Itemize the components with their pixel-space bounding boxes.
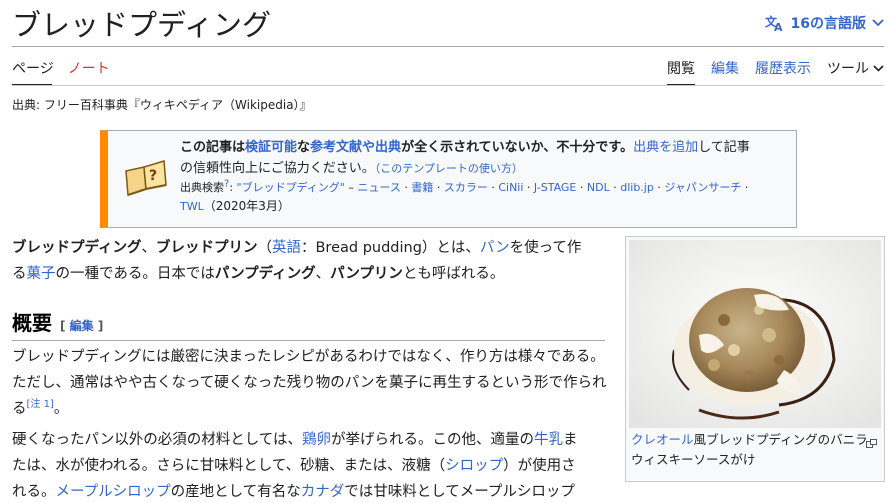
link-canada[interactable]: カナダ xyxy=(301,484,345,500)
overview-text-2e: ）が使用さ xyxy=(503,458,576,474)
search-link-scholar[interactable]: スカラー xyxy=(444,181,488,194)
namespace-tabs: ページ ノート xyxy=(12,58,110,78)
tabs-divider xyxy=(12,85,884,86)
tab-page[interactable]: ページ xyxy=(12,58,54,78)
search-link-ndl[interactable]: NDL xyxy=(587,181,610,194)
link-template-usage[interactable]: （このテンプレートの使い方） xyxy=(375,162,523,175)
overview-text-2g: の産地として有名な xyxy=(170,484,301,500)
notice-date: （2020年3月） xyxy=(203,199,290,213)
footnote-link[interactable]: [注 1] xyxy=(27,399,54,410)
tab-talk[interactable]: ノート xyxy=(68,58,110,78)
intro-paren: （ xyxy=(257,240,272,256)
chevron-down-icon xyxy=(872,19,884,27)
tools-menu[interactable]: ツール xyxy=(827,58,884,78)
tab-read[interactable]: 閲覧 xyxy=(667,58,695,86)
search-link-twl[interactable]: TWL xyxy=(180,200,204,213)
search-link-cinii[interactable]: CiNii xyxy=(498,181,523,194)
link-references[interactable]: 参考文献や出典 xyxy=(310,140,401,155)
overview-paragraph-2: 硬くなったパン以外の必須の材料としては、鶏卵が挙げられる。この他、適量の牛乳ま … xyxy=(12,427,607,503)
language-count: 16の言語版 xyxy=(790,16,866,32)
search-link-news[interactable]: ニュース xyxy=(357,181,400,194)
view-tabs: 閲覧 編集 履歴表示 ツール xyxy=(667,58,884,86)
search-label: 出典検索 xyxy=(180,181,224,194)
search-link-dlib[interactable]: dlib.jp xyxy=(620,181,654,194)
edit-bracket-open: [ xyxy=(60,319,70,333)
overview-paragraph-1: ブレッドプディングには厳密に決まったレシピがあるわけではなく、作り方は様々である… xyxy=(12,344,607,422)
bread-pudding-photo[interactable] xyxy=(629,240,881,428)
svg-text:?: ? xyxy=(149,168,157,184)
notice-lead-a: この記事は xyxy=(180,140,246,155)
term-pan-pudding: パンプディング xyxy=(214,266,316,282)
intro-sep: 、 xyxy=(141,240,156,256)
overview-text-2c: ま xyxy=(563,432,578,448)
edit-bracket-close: ] xyxy=(93,319,104,333)
overview-text-2f: れる。 xyxy=(12,484,56,500)
section-title: 概要 xyxy=(12,311,52,335)
intro-english-term: ：Bread pudding）とは、 xyxy=(300,240,480,256)
intro-line2-lead: る xyxy=(12,266,27,282)
thumbnail-figure: クレオール風ブレッドプディングのバニラウィスキーソースがけ xyxy=(625,236,885,482)
book-question-icon: ? xyxy=(122,159,170,203)
notice-line2: の信頼性向上にご協力ください。 xyxy=(180,161,375,176)
overview-text-2h: では甘味料としてメープルシロップ xyxy=(344,484,575,500)
intro-rest-1: を使って作 xyxy=(509,240,582,256)
svg-text:A: A xyxy=(774,21,783,32)
language-button[interactable]: 文A 16の言語版 xyxy=(765,13,884,33)
tab-history[interactable]: 履歴表示 xyxy=(755,58,811,78)
section-edit-link[interactable]: 編集 xyxy=(70,319,94,333)
section-edit: [ 編集 ] xyxy=(60,319,103,333)
source-line: 出典: フリー百科事典『ウィキペディア（Wikipedia）』 xyxy=(12,98,312,112)
link-egg[interactable]: 鶏卵 xyxy=(302,432,331,448)
search-query-link[interactable]: "ブレッドプディング" xyxy=(237,181,345,194)
term-bread-purin: ブレッドプリン xyxy=(155,240,258,256)
term-bread-pudding: ブレッドプディング xyxy=(12,240,142,256)
term-pan-purin: パンプリン xyxy=(330,266,403,282)
search-dash: – xyxy=(344,181,358,194)
link-milk[interactable]: 牛乳 xyxy=(534,432,563,448)
link-maple-syrup[interactable]: メープルシロップ xyxy=(56,484,171,500)
thumbnail-caption: クレオール風ブレッドプディングのバニラウィスキーソースがけ xyxy=(629,428,881,470)
page-title: ブレッドプディング xyxy=(12,8,271,42)
enlarge-icon[interactable] xyxy=(866,434,877,454)
link-add-source[interactable]: 出典を追加 xyxy=(633,140,698,155)
intro-sep-2: 、 xyxy=(315,266,331,282)
translate-icon: 文A xyxy=(765,14,785,32)
search-link-books[interactable]: 書籍 xyxy=(411,181,433,194)
link-bread[interactable]: パン xyxy=(480,240,510,256)
tab-edit[interactable]: 編集 xyxy=(711,58,739,78)
intro-paragraph: ブレッドプディング、ブレッドプリン（英語：Bread pudding）とは、パン… xyxy=(12,235,607,287)
search-link-japansearch[interactable]: ジャパンサーチ xyxy=(664,181,741,194)
notice-box: ? この記事は検証可能な参考文献や出典が全く示されていないか、不十分です。出典を… xyxy=(100,130,797,228)
link-creole[interactable]: クレオール xyxy=(631,432,694,447)
notice-lead-c: が全く示されていないか、不十分です。 xyxy=(401,140,634,155)
link-verifiable[interactable]: 検証可能 xyxy=(245,140,297,155)
link-confectionery[interactable]: 菓子 xyxy=(27,266,56,282)
title-divider xyxy=(12,46,884,47)
section-heading: 概要 [ 編集 ] xyxy=(12,307,605,341)
notice-text: この記事は検証可能な参考文献や出典が全く示されていないか、不十分です。出典を追加… xyxy=(180,137,788,216)
overview-text-1: ブレッドプディングには厳密に決まったレシピがあるわけではなく、作り方は様々である… xyxy=(12,349,607,417)
overview-end: 。 xyxy=(53,401,69,417)
tools-label: ツール xyxy=(827,61,869,77)
notice-lead-d: して記事 xyxy=(698,140,750,155)
source-search-row: 出典検索?: "ブレッドプディング" – ニュース · 書籍 · スカラー · … xyxy=(180,178,749,194)
search-link-jstage[interactable]: J-STAGE xyxy=(534,181,576,194)
overview-text-2b: が挙げられる。この他、適量の xyxy=(331,432,534,448)
intro-rest-3: とも呼ばれる。 xyxy=(402,266,505,282)
search-help-link[interactable]: ? xyxy=(224,178,229,189)
overview-text-2d: たは、水が使われる。さらに甘味料として、砂糖、または、液糖（ xyxy=(12,458,446,474)
source-search-row-2: TWL（2020年3月） xyxy=(180,197,788,216)
link-syrup[interactable]: シロップ xyxy=(445,458,503,474)
notice-lead-b: な xyxy=(297,140,311,155)
link-english[interactable]: 英語 xyxy=(272,240,301,256)
intro-rest-2: の一種である。日本では xyxy=(55,266,215,282)
chevron-down-icon xyxy=(873,60,884,76)
overview-text-2a: 硬くなったパン以外の必須の材料としては、 xyxy=(12,432,302,448)
